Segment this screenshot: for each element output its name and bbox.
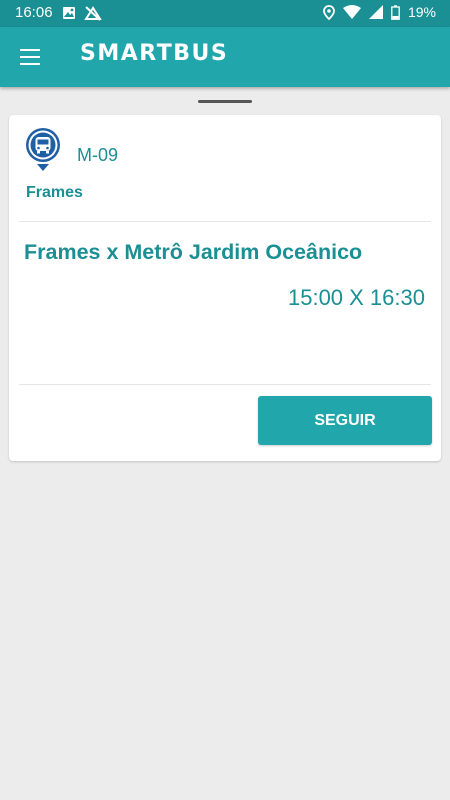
battery-percent: 19% [407,4,436,20]
wifi-icon [342,5,361,19]
schedule-time: 15:00 X 16:30 [287,285,425,310]
location-icon [323,4,335,20]
divider [19,384,431,385]
app-bar: SMARTBUS [0,27,450,87]
hamburger-menu-icon[interactable] [12,41,48,73]
bus-location-icon [26,128,60,171]
status-right-icons: 19% [323,4,436,20]
no-network-icon [84,6,102,21]
battery-icon [391,4,400,20]
signal-icon [368,5,383,19]
divider [19,221,431,222]
status-bar: 16:06 19% [0,0,450,27]
app-title: SMARTBUS [80,41,229,66]
route-card: M-09 Frames Frames x Metrô Jardim Oceâni… [9,115,441,461]
status-time: 16:06 [15,4,53,21]
route-name: Frames x Metrô Jardim Oceânico [24,240,363,264]
follow-button[interactable]: SEGUIR [258,396,432,445]
company-name: Frames [26,184,83,201]
image-icon [63,7,75,19]
line-code: M-09 [77,145,119,165]
drag-handle[interactable] [198,100,252,103]
status-left-icons [62,5,102,21]
